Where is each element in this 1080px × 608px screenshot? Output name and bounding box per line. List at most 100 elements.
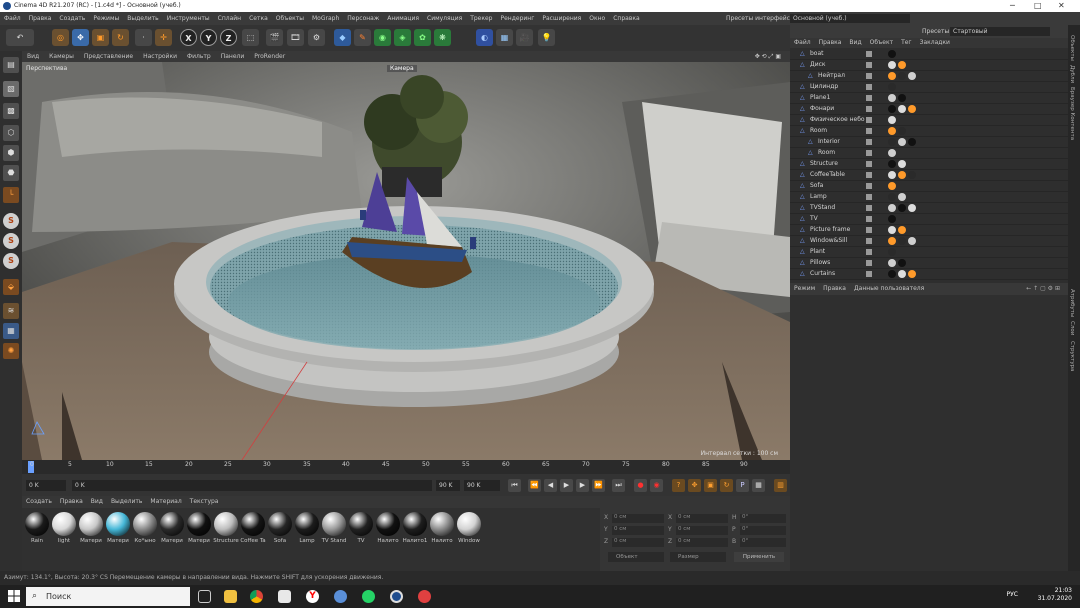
edges-mode-icon[interactable]: ⬢ — [3, 145, 19, 161]
material-tag-icon[interactable] — [898, 138, 906, 146]
object-row[interactable]: △ Sofa — [790, 181, 1068, 192]
record-icon[interactable]: ● — [634, 479, 647, 492]
app-task-icon[interactable] — [418, 590, 431, 603]
visibility-toggle-icon[interactable] — [866, 150, 872, 156]
viewport-nav-icons[interactable]: ✥ ⟲ ⤢ ▣ — [750, 51, 786, 62]
material-swatch[interactable]: Налито — [429, 512, 455, 544]
object-row[interactable]: △ Curtains — [790, 269, 1068, 280]
vp-menu-panel[interactable]: Панели — [216, 51, 250, 62]
vp-menu-options[interactable]: Настройки — [138, 51, 182, 62]
object-row[interactable]: △ CoffeeTable — [790, 170, 1068, 181]
notepad-icon[interactable] — [278, 590, 291, 603]
menu-create[interactable]: Создать — [55, 12, 89, 25]
material-tag-icon[interactable] — [898, 105, 906, 113]
prev-frame-icon[interactable]: ◀ — [544, 479, 557, 492]
material-tag-icon[interactable] — [888, 215, 896, 223]
visibility-toggle-icon[interactable] — [866, 194, 872, 200]
live-select-icon[interactable]: ◎ — [52, 29, 69, 46]
material-swatch[interactable]: Ко*ыно — [132, 512, 158, 544]
material-tag-icon[interactable] — [898, 72, 906, 80]
render-view-icon[interactable]: 🎬 — [266, 29, 283, 46]
vp-menu-display[interactable]: Представление — [79, 51, 138, 62]
visibility-toggle-icon[interactable] — [866, 106, 872, 112]
mat-menu-select[interactable]: Выделить — [107, 496, 146, 508]
menu-spline[interactable]: Сплайн — [214, 12, 245, 25]
pos-z-field[interactable]: 0 см — [612, 538, 664, 547]
object-row[interactable]: △ Window&Sill — [790, 236, 1068, 247]
floor-icon[interactable]: ▦ — [496, 29, 513, 46]
key-param-icon[interactable]: P — [736, 479, 749, 492]
current-frame-field[interactable]: 0 K — [72, 480, 432, 491]
obj-menu-object[interactable]: Объект — [866, 38, 897, 48]
pen-icon[interactable]: ✎ — [354, 29, 371, 46]
menu-mograph[interactable]: MoGraph — [308, 12, 343, 25]
material-tag-icon[interactable] — [888, 138, 896, 146]
menu-mesh[interactable]: Сетка — [245, 12, 272, 25]
material-tag-icon[interactable] — [888, 193, 896, 201]
attr-menu-edit[interactable]: Правка — [819, 283, 850, 295]
scale-icon[interactable]: ▣ — [92, 29, 109, 46]
polygons-mode-icon[interactable]: ⬣ — [3, 165, 19, 181]
size-x-field[interactable]: 0 см — [676, 514, 728, 523]
material-tag-icon[interactable] — [908, 237, 916, 245]
menu-render[interactable]: Рендеринг — [497, 12, 539, 25]
material-tag-icon[interactable] — [888, 50, 896, 58]
field-icon[interactable]: ◐ — [476, 29, 493, 46]
visibility-toggle-icon[interactable] — [866, 73, 872, 79]
visibility-toggle-icon[interactable] — [866, 128, 872, 134]
material-tag-icon[interactable] — [908, 72, 916, 80]
menu-character[interactable]: Персонаж — [343, 12, 383, 25]
close-icon[interactable]: ✕ — [1058, 0, 1065, 12]
mat-menu-create[interactable]: Создать — [22, 496, 56, 508]
obj-menu-edit[interactable]: Правка — [815, 38, 846, 48]
obj-menu-tag[interactable]: Тег — [897, 38, 916, 48]
camera-icon[interactable]: 🎥 — [516, 29, 533, 46]
material-tag-icon[interactable] — [888, 226, 896, 234]
obj-menu-file[interactable]: Файл — [790, 38, 815, 48]
material-tag-icon[interactable] — [888, 127, 896, 135]
visibility-toggle-icon[interactable] — [866, 139, 872, 145]
quantize-icon[interactable]: S — [3, 253, 19, 269]
end-frame-field[interactable]: 90 K — [436, 480, 460, 491]
3d-viewport[interactable]: Перспектива Камера Интервал сетки : 100 … — [22, 62, 790, 460]
whatsapp-icon[interactable] — [362, 590, 375, 603]
axis-y-icon[interactable]: Y — [200, 29, 217, 46]
file-explorer-icon[interactable] — [224, 590, 237, 603]
workplane-icon[interactable]: ⬙ — [3, 279, 19, 295]
visibility-toggle-icon[interactable] — [866, 172, 872, 178]
material-swatch[interactable]: TV Stand — [321, 512, 347, 544]
object-row[interactable]: △ Lamp — [790, 192, 1068, 203]
object-row[interactable]: △ Plant — [790, 247, 1068, 258]
cloner-icon[interactable]: ✿ — [414, 29, 431, 46]
cube-icon[interactable]: ◆ — [334, 29, 351, 46]
key-scale-icon[interactable]: ▣ — [704, 479, 717, 492]
mat-menu-edit[interactable]: Правка — [56, 496, 87, 508]
visibility-toggle-icon[interactable] — [866, 260, 872, 266]
mat-menu-texture[interactable]: Текстура — [186, 496, 223, 508]
material-tag-icon[interactable] — [898, 270, 906, 278]
side-tab-attributes[interactable]: Атрибуты — [1069, 289, 1075, 317]
max-frame-field[interactable]: 90 K — [464, 480, 500, 491]
material-tag-icon[interactable] — [898, 193, 906, 201]
object-row[interactable]: △ Физическое небо — [790, 115, 1068, 126]
material-swatch[interactable]: Матери — [105, 512, 131, 544]
deformer-icon[interactable]: ❋ — [434, 29, 451, 46]
object-row[interactable]: △ TVStand — [790, 203, 1068, 214]
menu-select[interactable]: Выделить — [123, 12, 162, 25]
undo-button[interactable]: ↶ — [6, 29, 34, 46]
material-tag-icon[interactable] — [908, 105, 916, 113]
object-row[interactable]: △ Room — [790, 148, 1068, 159]
material-tag-icon[interactable] — [888, 259, 896, 267]
telegram-icon[interactable] — [334, 590, 347, 603]
material-tag-icon[interactable] — [888, 149, 896, 157]
material-tag-icon[interactable] — [888, 94, 896, 102]
object-row[interactable]: △ Цилиндр — [790, 82, 1068, 93]
side-tab-objects[interactable]: Объекты — [1069, 35, 1075, 61]
autokey-icon[interactable]: ◉ — [650, 479, 663, 492]
material-swatch[interactable]: Налито1 — [402, 512, 428, 544]
go-to-start-icon[interactable]: ⏮ — [508, 479, 521, 492]
object-row[interactable]: △ Room — [790, 126, 1068, 137]
rot-p-field[interactable]: 0° — [740, 526, 786, 535]
camera-selector[interactable]: Камера — [387, 65, 417, 72]
start-frame-field[interactable]: 0 K — [26, 480, 66, 491]
